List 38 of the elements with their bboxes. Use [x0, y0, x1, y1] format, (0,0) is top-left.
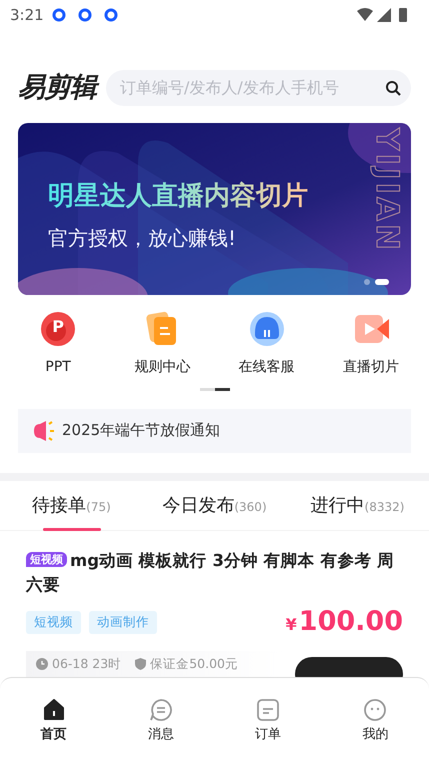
tab[interactable]: 进行中(8332)	[286, 480, 429, 530]
search-icon	[385, 80, 401, 96]
notice-text: 2025年端午节放假通知	[62, 420, 220, 442]
shortcut-item[interactable]: P PPT	[6, 308, 110, 378]
notification-icon	[52, 8, 66, 22]
status-time: 3:21	[10, 4, 44, 26]
tag-label: 短视频	[26, 610, 81, 634]
tab[interactable]: 今日发布(360)	[143, 480, 286, 530]
nav-tab[interactable]: 订单	[214, 695, 322, 746]
nav-tab[interactable]: 我的	[322, 695, 429, 746]
megaphone-icon	[32, 420, 56, 442]
shield-icon	[135, 658, 146, 670]
notification-icon	[104, 8, 118, 22]
chat-bubble-icon	[150, 699, 172, 722]
order-title: $^{短视频}$ mg动画 模板就行 3分钟 有脚本 有参考 周六要	[26, 550, 396, 596]
shortcut-item[interactable]: 在线客服	[214, 308, 319, 378]
shortcut-item[interactable]: 规则中心	[110, 308, 214, 378]
notice-bar[interactable]: 2025年端午节放假通知	[18, 408, 411, 452]
shortcut-item[interactable]: 直播切片	[318, 308, 423, 378]
deposit-text: 保证金50.00元	[150, 654, 238, 672]
tab[interactable]: 待接单(75)	[0, 480, 143, 530]
nav-tab[interactable]: 消息	[107, 695, 214, 746]
home-icon	[42, 699, 65, 722]
deadline-text: 06-18 23时	[52, 654, 122, 672]
signal-status-icons	[357, 7, 409, 23]
search-field[interactable]: 订单编号/发布人/发布人手机号	[106, 70, 411, 106]
clock-icon	[36, 658, 48, 670]
search-input[interactable]: 订单编号/发布人/发布人手机号	[120, 76, 385, 100]
nav-tab[interactable]: 首页	[0, 695, 108, 746]
carousel-dot[interactable]	[364, 278, 370, 284]
document-icon	[257, 699, 280, 722]
banner-subtitle: 官方授权，放心赚钱!	[48, 224, 236, 252]
icon-letter: P	[52, 316, 64, 338]
tag-label: 动画制作	[89, 610, 157, 634]
notification-icon	[78, 8, 92, 22]
banner-side-text: YIJIAN	[369, 128, 405, 254]
order-price: ¥100.00	[286, 605, 403, 639]
face-icon	[364, 699, 386, 722]
